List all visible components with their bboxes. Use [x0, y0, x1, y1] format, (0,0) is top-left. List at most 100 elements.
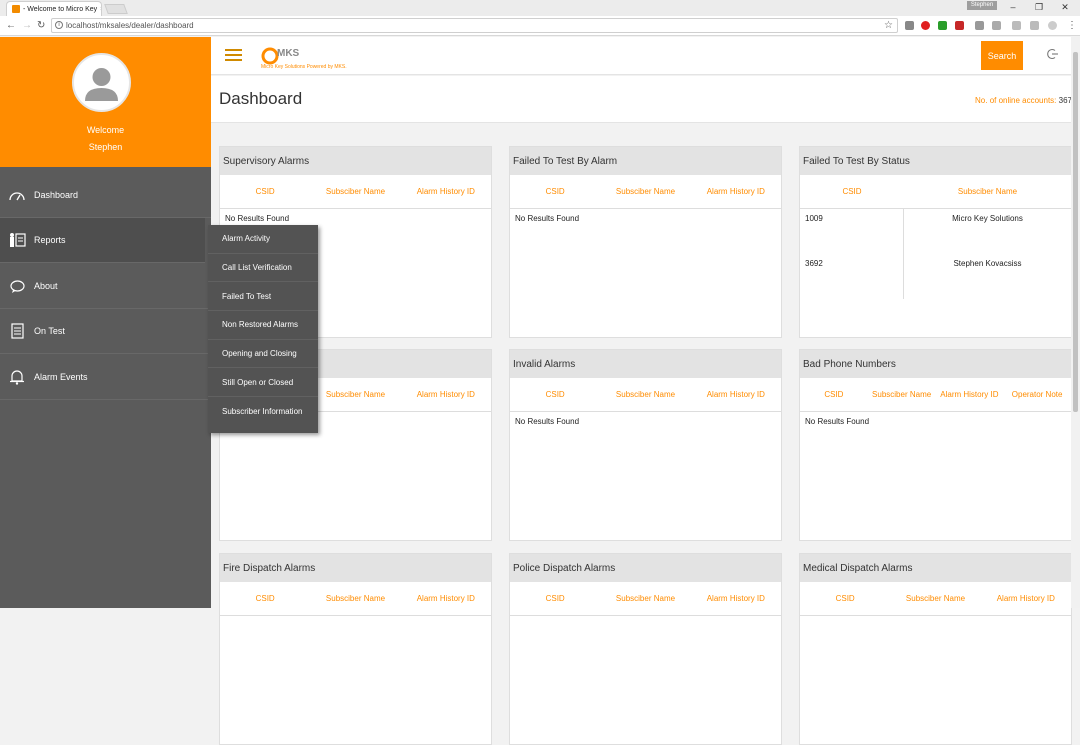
forward-icon[interactable]: → [22, 20, 32, 31]
card-medical-dispatch-alarms: Medical Dispatch Alarms CSID Subsciber N… [799, 553, 1072, 745]
arrow-extension-icon[interactable] [938, 21, 947, 30]
menu-item-call-list-verification[interactable]: Call List Verification [208, 254, 318, 283]
subscriber-name-cell[interactable]: Micro Key Solutions [904, 209, 1071, 254]
extension-icon[interactable] [975, 21, 984, 30]
restore-icon[interactable]: ❐ [1032, 2, 1046, 13]
minimize-icon[interactable]: – [1006, 2, 1020, 12]
online-accounts-label: No. of online accounts: [975, 96, 1057, 105]
column-header[interactable]: Subsciber Name [600, 390, 690, 399]
extension-icon[interactable] [1048, 21, 1057, 30]
scrollbar-thumb[interactable] [1073, 52, 1078, 412]
card-title: Failed To Test By Alarm [510, 147, 781, 175]
column-header[interactable]: Alarm History ID [981, 594, 1071, 603]
column-header[interactable]: Subsciber Name [600, 594, 690, 603]
subscriber-name-cell[interactable]: Stephen Kovacsiss [904, 254, 1071, 299]
nav-item-on-test[interactable]: On Test [0, 309, 211, 354]
page-scrollbar[interactable] [1071, 37, 1080, 608]
column-header[interactable]: CSID [510, 594, 600, 603]
page-title: Dashboard [219, 89, 303, 108]
column-header[interactable]: CSID [220, 187, 310, 196]
card-title: Failed To Test By Status [800, 147, 1071, 175]
card-column-headers: CSID Subsciber Name Alarm History ID [510, 175, 781, 209]
card-column-headers: CSID Subsciber Name Alarm History ID Ope… [800, 378, 1071, 412]
nav-item-alarm-events[interactable]: Alarm Events [0, 355, 211, 400]
reload-icon[interactable]: ↻ [37, 20, 45, 31]
sidebar: Welcome Stephen Dashboard Reports About … [0, 37, 211, 608]
extension-icon[interactable] [1012, 21, 1021, 30]
document-icon [0, 323, 34, 339]
browser-profile-chip[interactable]: Stephen [967, 1, 997, 10]
card-title: Invalid Alarms [510, 350, 781, 378]
bookmark-star-icon[interactable]: ☆ [884, 19, 893, 32]
window-close-icon[interactable]: ✕ [1058, 2, 1072, 13]
avatar [72, 53, 131, 112]
extension-icon[interactable] [905, 21, 914, 30]
column-header[interactable]: Subsciber Name [904, 187, 1071, 196]
column-header[interactable]: Alarm History ID [401, 187, 491, 196]
column-header[interactable]: Subsciber Name [310, 187, 400, 196]
back-icon[interactable]: ← [6, 20, 16, 31]
mail-extension-icon[interactable] [955, 21, 964, 30]
column-header[interactable]: CSID [800, 187, 904, 196]
online-accounts-count: 367 [1058, 96, 1072, 105]
address-bar[interactable]: i localhost/mksales/dealer/dashboard ☆ [51, 18, 898, 33]
logout-icon[interactable] [1047, 48, 1059, 60]
column-header[interactable]: Operator Note [1003, 390, 1071, 399]
hamburger-menu-icon[interactable] [225, 49, 242, 63]
extension-icon[interactable] [1030, 21, 1039, 30]
extension-icon[interactable] [992, 21, 1001, 30]
csid-cell[interactable]: 3692 [800, 254, 903, 299]
column-header[interactable]: CSID [800, 594, 890, 603]
menu-item-opening-and-closing[interactable]: Opening and Closing [208, 340, 318, 369]
column-header[interactable]: Alarm History ID [691, 594, 781, 603]
tab-title: - Welcome to Micro Key [23, 5, 98, 13]
card-column-headers: CSID Subsciber Name Alarm History ID [510, 582, 781, 616]
column-header[interactable]: Subsciber Name [890, 594, 980, 603]
nav-label: On Test [34, 326, 65, 336]
card-invalid-alarms: Invalid Alarms CSID Subsciber Name Alarm… [509, 349, 782, 541]
mks-logo[interactable]: MKS Micro Key Solutions Powered by MKS. [259, 45, 369, 71]
chat-bubble-icon [0, 279, 34, 293]
column-header[interactable]: Alarm History ID [401, 594, 491, 603]
nav-item-dashboard[interactable]: Dashboard [0, 173, 211, 218]
column-header[interactable]: CSID [220, 594, 310, 603]
browser-tab-strip: - Welcome to Micro Key × Stephen – ❐ ✕ [0, 0, 1080, 16]
column-header[interactable]: CSID [510, 390, 600, 399]
menu-item-non-restored-alarms[interactable]: Non Restored Alarms [208, 311, 318, 340]
menu-item-still-open-or-closed[interactable]: Still Open or Closed [208, 368, 318, 398]
menu-item-failed-to-test[interactable]: Failed To Test [208, 282, 318, 312]
menu-item-alarm-activity[interactable]: Alarm Activity [208, 225, 318, 254]
csid-cell[interactable]: 1009 [800, 209, 903, 254]
column-header[interactable]: Subsciber Name [868, 390, 936, 399]
nav-label: Alarm Events [34, 372, 88, 382]
results-table: 1009 3692 Micro Key Solutions Stephen Ko… [800, 209, 1071, 299]
nav-item-reports[interactable]: Reports [0, 218, 205, 263]
menu-item-subscriber-information[interactable]: Subscriber Information [208, 397, 318, 426]
column-header[interactable]: Subsciber Name [600, 187, 690, 196]
card-column-headers: CSID Subsciber Name Alarm History ID [800, 582, 1071, 616]
column-header[interactable]: Alarm History ID [691, 187, 781, 196]
card-column-headers: CSID Subsciber Name Alarm History ID [220, 175, 491, 209]
welcome-label: Welcome [86, 125, 125, 135]
search-button[interactable]: Search [981, 41, 1023, 70]
browser-menu-icon[interactable]: ⋮ [1067, 20, 1077, 31]
browser-tab[interactable]: - Welcome to Micro Key × [6, 1, 102, 16]
opera-extension-icon[interactable] [921, 21, 930, 30]
column-header[interactable]: Subsciber Name [310, 594, 400, 603]
card-police-dispatch-alarms: Police Dispatch Alarms CSID Subsciber Na… [509, 553, 782, 745]
online-accounts: No. of online accounts: 367 [975, 96, 1072, 105]
site-favicon-icon [12, 5, 20, 13]
column-header[interactable]: CSID [510, 187, 600, 196]
no-results-text: No Results Found [515, 417, 580, 426]
tab-close-icon[interactable]: × [100, 6, 101, 13]
new-tab-button[interactable] [104, 4, 128, 14]
card-title: Bad Phone Numbers [800, 350, 1071, 378]
column-header[interactable]: Alarm History ID [691, 390, 781, 399]
column-header[interactable]: Alarm History ID [936, 390, 1004, 399]
column-header[interactable]: Alarm History ID [401, 390, 491, 399]
site-info-icon[interactable]: i [55, 21, 63, 29]
column-header[interactable]: CSID [800, 390, 868, 399]
column-header[interactable]: Subsciber Name [310, 390, 400, 399]
nav-label: Reports [34, 235, 66, 245]
nav-item-about[interactable]: About [0, 264, 211, 309]
